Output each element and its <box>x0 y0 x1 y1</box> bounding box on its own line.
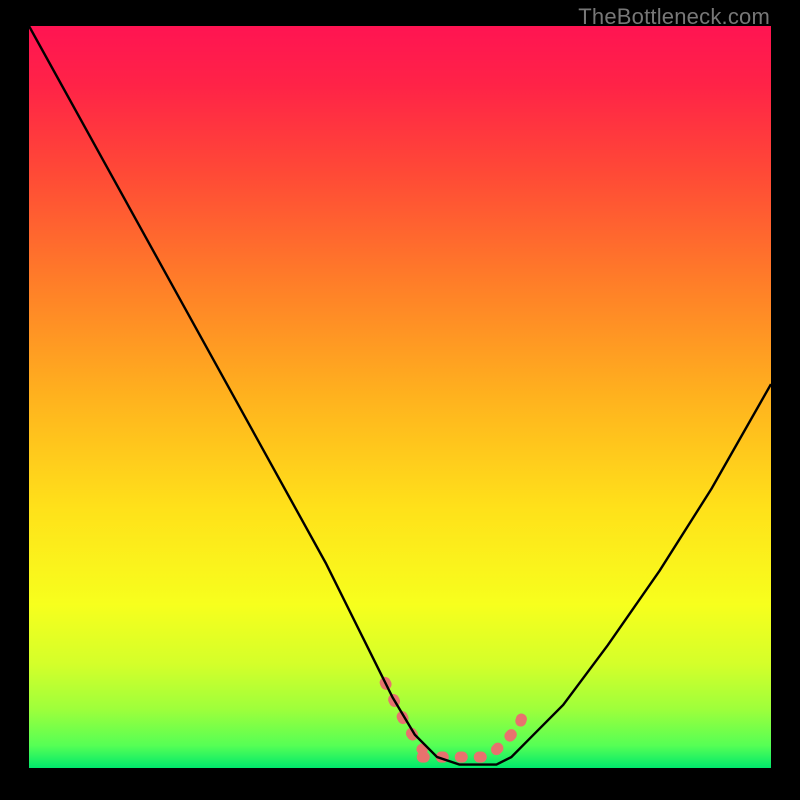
plot-area <box>29 26 771 772</box>
bottleneck-curve <box>29 26 771 765</box>
highlight-segment-right <box>496 705 526 750</box>
watermark-text: TheBottleneck.com <box>578 4 770 30</box>
chart-container: TheBottleneck.com <box>0 0 800 800</box>
curve-layer <box>29 26 771 772</box>
